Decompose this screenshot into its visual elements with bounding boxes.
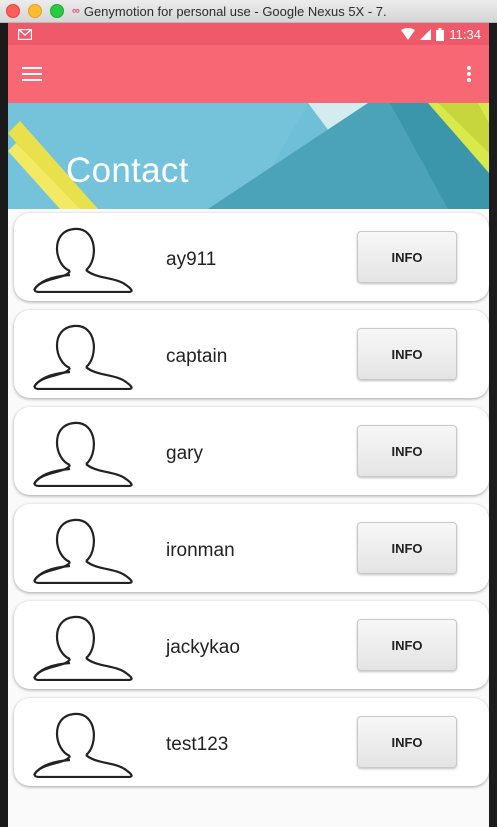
avatar-icon — [24, 706, 136, 783]
header-banner: Contact — [8, 103, 489, 209]
gmail-icon — [18, 28, 32, 40]
contact-name: ay911 — [166, 249, 217, 270]
contact-card[interactable]: gary INFO — [14, 407, 489, 495]
zoom-window-button[interactable] — [50, 4, 64, 18]
window-controls — [6, 4, 64, 18]
info-button[interactable]: INFO — [357, 328, 457, 380]
page-title: Contact — [66, 151, 189, 190]
contact-card[interactable]: test123 INFO — [14, 698, 489, 786]
contact-name: test123 — [166, 734, 229, 755]
genymotion-icon: ∞ — [72, 5, 80, 17]
avatar-icon — [24, 221, 136, 298]
close-window-button[interactable] — [6, 4, 20, 18]
info-button[interactable]: INFO — [357, 425, 457, 477]
contact-name: captain — [166, 346, 228, 367]
avatar-icon — [24, 318, 136, 395]
window-edge — [489, 23, 497, 827]
info-button[interactable]: INFO — [357, 619, 457, 671]
window-titlebar: ∞ Genymotion for personal use - Google N… — [0, 0, 497, 23]
contact-name: gary — [166, 443, 203, 464]
info-button[interactable]: INFO — [357, 522, 457, 574]
wifi-icon — [401, 28, 416, 40]
contact-list: ay911 INFO captain INFO gary INFO ironman INFO j… — [8, 209, 489, 786]
contact-card[interactable]: captain INFO — [14, 310, 489, 398]
device-screen: 11:34 Contact ay911INFOcaptainINFOga — [8, 23, 489, 827]
contact-name: jackykao — [166, 637, 240, 658]
avatar-icon — [24, 415, 136, 492]
contact-card[interactable]: ay911 INFO — [14, 213, 489, 301]
info-button[interactable]: INFO — [357, 231, 457, 283]
window-title: Genymotion for personal use - Google Nex… — [83, 3, 387, 19]
hamburger-menu-icon[interactable] — [22, 67, 42, 81]
battery-icon — [436, 27, 445, 41]
android-statusbar: 11:34 — [8, 23, 489, 45]
overflow-menu-icon[interactable] — [467, 66, 471, 82]
avatar-icon — [24, 609, 136, 686]
minimize-window-button[interactable] — [28, 4, 42, 18]
signal-icon — [420, 28, 432, 40]
contact-card[interactable]: ironman INFO — [14, 504, 489, 592]
status-time: 11:34 — [449, 26, 481, 42]
contact-card[interactable]: jackykao INFO — [14, 601, 489, 689]
info-button[interactable]: INFO — [357, 716, 457, 768]
contact-name: ironman — [166, 540, 235, 561]
status-icons: 11:34 — [401, 27, 481, 42]
app-toolbar — [8, 45, 489, 103]
avatar-icon — [24, 512, 136, 589]
